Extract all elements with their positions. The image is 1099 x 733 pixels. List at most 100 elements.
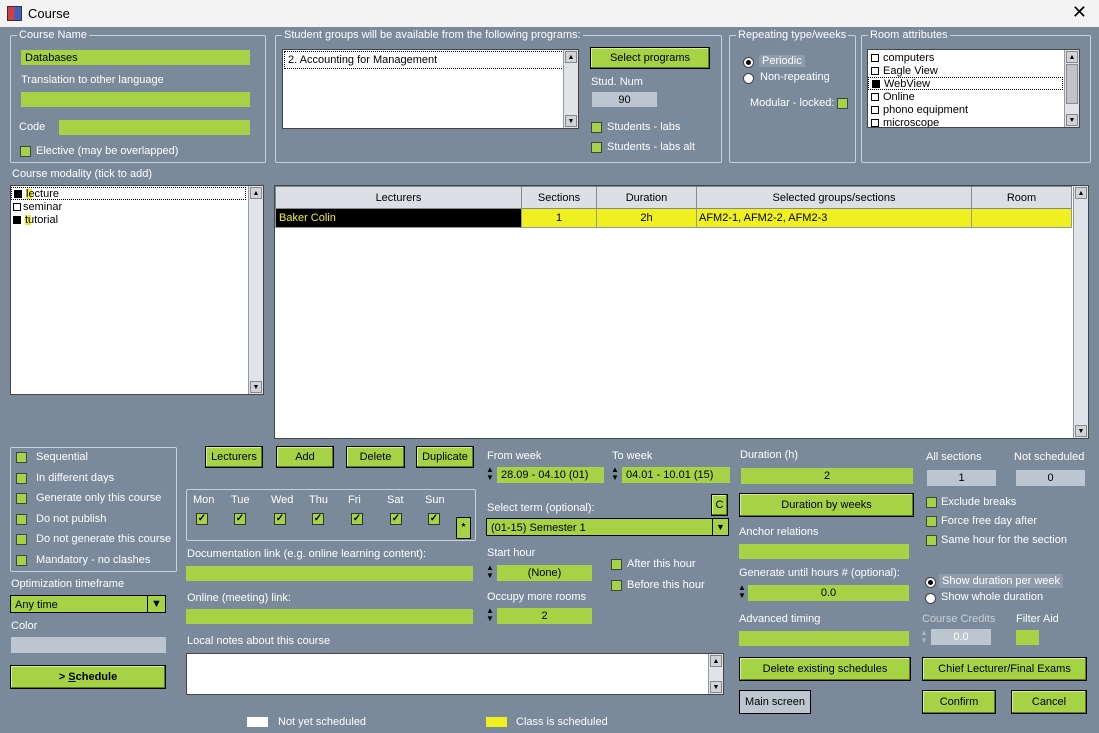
room-attribute-item[interactable]: WebView <box>868 77 1063 90</box>
attribute-checkbox[interactable] <box>871 118 879 127</box>
room-attribute-item[interactable]: Online <box>868 90 1079 103</box>
notes-textarea[interactable]: ▲ ▼ <box>186 653 724 695</box>
generate-field[interactable]: 0.0 <box>748 585 909 601</box>
day-checkbox[interactable]: ✓ <box>312 513 324 525</box>
program-item[interactable]: 2. Accounting for Management <box>284 51 564 69</box>
modality-list[interactable]: lecture seminar tutorial ▲ ▼ <box>10 185 264 395</box>
course-name-input[interactable]: Databases <box>21 50 250 65</box>
start-hour-field[interactable]: (None) <box>497 565 592 581</box>
table-row[interactable]: Baker Colin 1 2h AFM2-1, AFM2-2, AFM2-3 <box>275 208 1072 228</box>
scroll-down-icon[interactable]: ▼ <box>565 115 577 127</box>
duration-field[interactable]: 2 <box>741 468 913 484</box>
option-checkbox[interactable] <box>16 554 27 566</box>
stud-num-field[interactable]: 90 <box>592 92 657 107</box>
attribute-checkbox[interactable] <box>871 66 879 75</box>
scroll-up-icon[interactable]: ▲ <box>250 187 262 199</box>
room-attributes-list[interactable]: computers Eagle View WebView Online phono eq… <box>867 49 1080 128</box>
grid-cell[interactable] <box>971 208 1072 228</box>
grid-header-cell[interactable]: Room <box>971 186 1072 209</box>
modality-item[interactable]: lecture <box>11 187 246 200</box>
room-attribute-item[interactable]: phono equipment <box>868 103 1079 116</box>
scroll-down-icon[interactable]: ▼ <box>710 681 722 693</box>
chevron-down-icon[interactable]: ▼ <box>712 518 729 536</box>
filter-aid-field[interactable] <box>1016 630 1039 645</box>
term-select[interactable]: (01-15) Semester 1 <box>486 518 713 536</box>
confirm-button[interactable]: Confirm <box>922 690 996 714</box>
day-checkbox[interactable]: ✓ <box>428 513 440 525</box>
modular-checkbox[interactable] <box>837 98 848 109</box>
exclude-breaks-checkbox[interactable] <box>926 497 937 508</box>
option-checkbox[interactable] <box>16 513 27 525</box>
non-repeating-radio[interactable] <box>743 73 754 84</box>
from-week-spinner-icon[interactable]: ▲ ▼ <box>486 466 494 482</box>
grid-header-cell[interactable]: Sections <box>521 186 597 209</box>
cancel-button[interactable]: Cancel <box>1011 690 1087 714</box>
add-button[interactable]: Add <box>276 446 334 468</box>
to-week-field[interactable]: 04.01 - 10.01 (15) <box>622 467 730 483</box>
grid-cell[interactable]: 2h <box>596 208 697 228</box>
start-hour-spinner-icon[interactable]: ▲ ▼ <box>486 564 494 580</box>
option-checkbox[interactable] <box>16 534 27 545</box>
students-labs-alt-checkbox[interactable] <box>591 142 602 153</box>
before-hour-checkbox[interactable] <box>611 580 622 591</box>
attribute-checkbox[interactable] <box>872 79 880 88</box>
occupy-rooms-field[interactable]: 2 <box>497 608 592 624</box>
attribute-checkbox[interactable] <box>871 105 879 114</box>
room-attribute-item[interactable]: microscope <box>868 116 1079 127</box>
grid-header-cell[interactable]: Duration <box>596 186 697 209</box>
modality-checkbox[interactable] <box>13 215 21 224</box>
optimization-select[interactable]: Any time <box>10 595 166 613</box>
from-week-field[interactable]: 28.09 - 04.10 (01) <box>497 467 604 483</box>
programs-scrollbar[interactable]: ▲ ▼ <box>563 50 578 128</box>
color-swatch[interactable] <box>11 637 166 653</box>
scroll-down-icon[interactable]: ▼ <box>1075 425 1087 437</box>
notes-scrollbar[interactable]: ▲ ▼ <box>708 654 723 694</box>
periodic-radio[interactable] <box>743 57 754 68</box>
scroll-up-icon[interactable]: ▲ <box>1075 187 1087 199</box>
elective-checkbox[interactable] <box>20 146 31 157</box>
students-labs-checkbox[interactable] <box>591 122 602 133</box>
day-checkbox[interactable]: ✓ <box>274 513 286 525</box>
select-programs-button[interactable]: Select programs <box>590 47 710 69</box>
scroll-down-icon[interactable]: ▼ <box>1066 114 1078 126</box>
grid-header-cell[interactable]: Lecturers <box>275 186 522 209</box>
online-link-input[interactable] <box>186 609 473 624</box>
code-input[interactable] <box>59 120 250 135</box>
force-free-checkbox[interactable] <box>926 516 937 527</box>
all-days-button[interactable]: * <box>456 517 471 539</box>
duration-by-weeks-button[interactable]: Duration by weeks <box>739 493 914 517</box>
chevron-down-icon[interactable]: ▼ <box>147 595 166 613</box>
grid-cell[interactable]: 1 <box>521 208 597 228</box>
delete-existing-button[interactable]: Delete existing schedules <box>739 657 911 681</box>
after-hour-checkbox[interactable] <box>611 559 622 570</box>
day-checkbox[interactable]: ✓ <box>390 513 402 525</box>
day-checkbox[interactable]: ✓ <box>234 513 246 525</box>
lecturers-button[interactable]: Lecturers <box>205 446 263 468</box>
scroll-up-icon[interactable]: ▲ <box>565 51 577 63</box>
programs-list[interactable]: 2. Accounting for Management ▲ ▼ <box>282 49 579 129</box>
table-scrollbar[interactable]: ▲ ▼ <box>1073 186 1088 438</box>
modality-item[interactable]: tutorial <box>11 213 263 226</box>
show-per-week-radio[interactable] <box>925 577 936 588</box>
scroll-up-icon[interactable]: ▲ <box>1066 51 1078 63</box>
schedule-button[interactable]: > Schedule <box>10 665 166 689</box>
duplicate-button[interactable]: Duplicate <box>416 446 474 468</box>
close-icon[interactable]: ✕ <box>1072 2 1087 23</box>
grid-cell[interactable]: AFM2-1, AFM2-2, AFM2-3 <box>696 208 972 228</box>
to-week-spinner-icon[interactable]: ▲ ▼ <box>611 466 619 482</box>
chief-lecturer-button[interactable]: Chief Lecturer/Final Exams <box>922 657 1087 681</box>
advanced-timing-field[interactable] <box>739 631 909 646</box>
doc-link-input[interactable] <box>186 566 473 581</box>
scroll-up-icon[interactable]: ▲ <box>710 655 722 667</box>
grid-header-cell[interactable]: Selected groups/sections <box>696 186 972 209</box>
attribute-checkbox[interactable] <box>871 53 879 62</box>
c-button[interactable]: C <box>711 494 728 516</box>
room-attribute-item[interactable]: computers <box>868 51 1079 64</box>
main-screen-button[interactable]: Main screen <box>739 690 811 714</box>
attribute-checkbox[interactable] <box>871 92 879 101</box>
room-attribute-item[interactable]: Eagle View <box>868 64 1079 77</box>
day-checkbox[interactable]: ✓ <box>196 513 208 525</box>
show-whole-radio[interactable] <box>925 593 936 604</box>
modality-item[interactable]: seminar <box>11 200 263 213</box>
generate-spinner-icon[interactable]: ▲ ▼ <box>738 584 746 600</box>
